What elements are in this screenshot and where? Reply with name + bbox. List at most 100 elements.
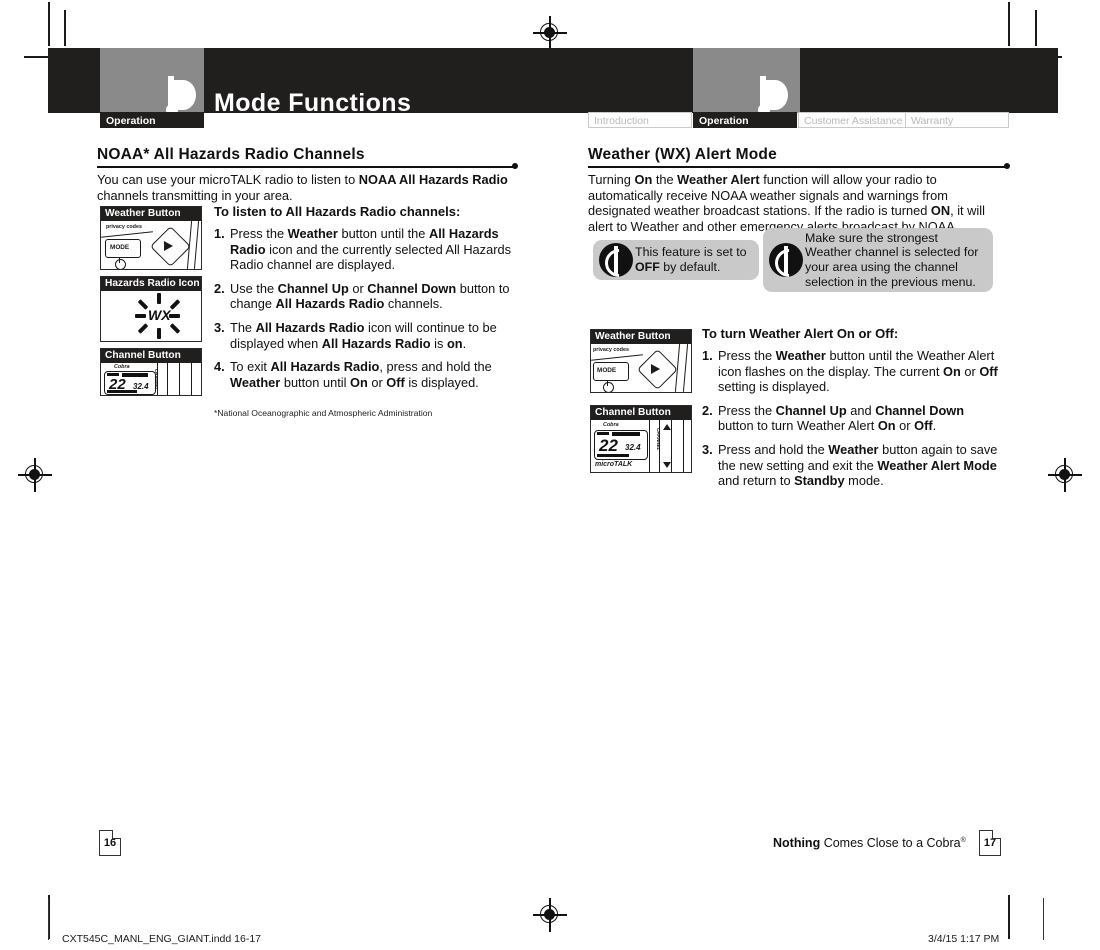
header-tab-introduction[interactable]: Introduction	[588, 112, 692, 128]
right-step-3: 3. Press and hold the Weather button aga…	[702, 442, 1002, 489]
note-icon	[769, 243, 809, 283]
channel-side-label: CHANNEL	[154, 369, 159, 391]
left-intro-part1: You can use your microTALK radio to list…	[97, 172, 359, 187]
crop-mark-top-left-v	[48, 2, 50, 46]
power-icon	[115, 259, 126, 269]
channel-down-arrow-icon[interactable]	[663, 462, 671, 468]
channel-button-art: Cobra 22 32.4 microTALK CHANNEL	[591, 420, 691, 472]
cobra-brand-label: Cobra	[114, 364, 130, 370]
figure-channel-button-right: Channel Button Cobra 22 32.4 microTALK C…	[590, 405, 692, 473]
left-instructions: To listen to All Hazards Radio channels:…	[214, 204, 519, 398]
tagline-bold: Nothing	[773, 836, 821, 850]
weather-button-arrow-icon	[164, 241, 173, 251]
right-instructions: To turn Weather Alert On or Off: 1. Pres…	[702, 326, 1002, 497]
step-text: Press and hold the Weather button again …	[718, 441, 998, 489]
privacy-codes-label: privacy codes	[593, 347, 629, 353]
step-number: 1.	[214, 226, 225, 241]
left-step-3: 3. The All Hazards Radio icon will conti…	[214, 320, 519, 351]
figure-caption: Hazards Radio Icon	[101, 277, 201, 291]
step-text: Press the Weather button until the All H…	[230, 226, 511, 273]
header-tab-operation-left[interactable]: Operation	[100, 112, 204, 128]
page-title: Mode Functions	[214, 89, 412, 117]
figure-caption: Weather Button	[591, 330, 691, 344]
figure-weather-button-right: Weather Button privacy codes MODE	[590, 329, 692, 393]
left-footnote: *National Oceanographic and Atmospheric …	[214, 408, 433, 418]
left-intro-paragraph: You can use your microTALK radio to list…	[97, 172, 517, 203]
left-instructions-lede: To listen to All Hazards Radio channels:	[214, 204, 461, 219]
tagline-registered-mark: ®	[960, 836, 966, 844]
rule-end-dot	[512, 163, 518, 169]
left-intro-bold: NOAA All Hazards Radio	[358, 172, 508, 187]
step-text: To exit All Hazards Radio, press and hol…	[230, 359, 492, 390]
rule-end-dot	[1004, 163, 1010, 169]
registration-mark-right	[1048, 458, 1082, 492]
wx-label: WX	[148, 307, 171, 323]
step-number: 1.	[702, 348, 713, 363]
wx-starburst-art: WX	[101, 291, 201, 341]
step-text: Use the Channel Up or Channel Down butto…	[230, 280, 510, 312]
lcd-channel-number: 22	[599, 436, 618, 455]
mode-label: MODE	[597, 367, 617, 374]
page-fold-corner	[992, 830, 1001, 839]
mode-label: MODE	[110, 244, 130, 251]
header-tab-warranty[interactable]: Warranty	[905, 112, 1009, 128]
cobra-brand-label: Cobra	[603, 422, 619, 428]
power-icon	[603, 382, 614, 392]
channel-up-arrow-icon[interactable]	[663, 424, 671, 430]
page-number-right: 17	[979, 830, 1001, 856]
lcd-display: 22 32.4	[594, 430, 648, 460]
privacy-codes-label: privacy codes	[106, 224, 142, 230]
microtalk-label: microTALK	[595, 461, 633, 468]
header-tab-customer-assistance[interactable]: Customer Assistance	[798, 112, 906, 128]
left-page-column: NOAA* All Hazards Radio Channels You can…	[97, 146, 518, 203]
step-number: 4.	[214, 359, 225, 375]
step-text: The All Hazards Radio icon will continue…	[230, 319, 497, 351]
registration-mark-bottom	[533, 898, 567, 932]
right-page-column: Weather (WX) Alert Mode Turning On the W…	[588, 146, 1010, 234]
figure-caption: Weather Button	[101, 207, 201, 221]
callout-strongest-channel: Make sure the strongest Weather channel …	[763, 228, 993, 292]
crop-mark-top-right-v	[1008, 2, 1010, 46]
figure-hazards-radio-icon: Hazards Radio Icon WX	[100, 276, 202, 342]
page-fold-corner	[112, 830, 121, 839]
left-step-4: 4. To exit All Hazards Radio, press and …	[214, 359, 519, 390]
figure-channel-button-left: Channel Button Cobra 22 32.4 CHANNEL	[100, 348, 202, 396]
right-step-2: 2. Press the Channel Up and Channel Down…	[702, 403, 1002, 434]
page-number-left: 16	[99, 830, 121, 856]
right-instructions-lede: To turn Weather Alert On or Off:	[702, 326, 899, 341]
channel-side-label: CHANNEL	[656, 428, 661, 451]
registration-mark-left	[18, 458, 52, 492]
figure-caption: Channel Button	[591, 406, 691, 420]
callout-default-off: This feature is set to OFF by default.	[593, 240, 759, 283]
figure-weather-button-left: Weather Button privacy codes MODE	[100, 206, 202, 270]
header-tab-operation[interactable]: Operation	[693, 112, 797, 128]
crop-mark-top-left-v2	[64, 10, 66, 46]
step-number: 2.	[214, 280, 225, 296]
right-heading-rule	[588, 163, 1010, 169]
footer-tagline: Nothing Comes Close to a Cobra®	[773, 836, 966, 850]
step-text: Press the Weather button until the Weath…	[718, 348, 998, 395]
print-bar-rule-right	[1043, 898, 1045, 940]
step-text: Press the Channel Up and Channel Down bu…	[718, 402, 965, 434]
left-intro-part2: channels transmitting in your area.	[97, 187, 293, 203]
weather-button-arrow-icon	[651, 364, 660, 374]
right-step-1: 1. Press the Weather button until the We…	[702, 348, 1002, 395]
callout-text: This feature is set to OFF by default.	[635, 245, 747, 274]
figure-caption: Channel Button	[101, 349, 201, 363]
step-number: 3.	[702, 441, 713, 457]
step-number: 2.	[702, 402, 713, 418]
lcd-display: 22 32.4	[104, 371, 156, 395]
callout-text: Make sure the strongest Weather channel …	[805, 230, 979, 289]
print-bar-rule-left	[48, 898, 50, 940]
lcd-sub-number: 32.4	[625, 443, 641, 452]
step-number: 3.	[214, 319, 225, 335]
left-heading-rule	[97, 163, 518, 169]
left-section-heading: NOAA* All Hazards Radio Channels	[97, 146, 365, 163]
channel-button-art: Cobra 22 32.4 CHANNEL	[101, 363, 201, 395]
tagline-rest: Comes Close to a Cobra	[820, 836, 961, 850]
print-filename: CXT545C_MANL_ENG_GIANT.indd 16-17	[62, 933, 262, 945]
weather-button-art: privacy codes MODE	[101, 221, 201, 269]
left-step-2: 2. Use the Channel Up or Channel Down bu…	[214, 281, 519, 312]
print-timestamp: 3/4/15 1:17 PM	[928, 933, 1000, 945]
left-step-1: 1. Press the Weather button until the Al…	[214, 226, 519, 273]
